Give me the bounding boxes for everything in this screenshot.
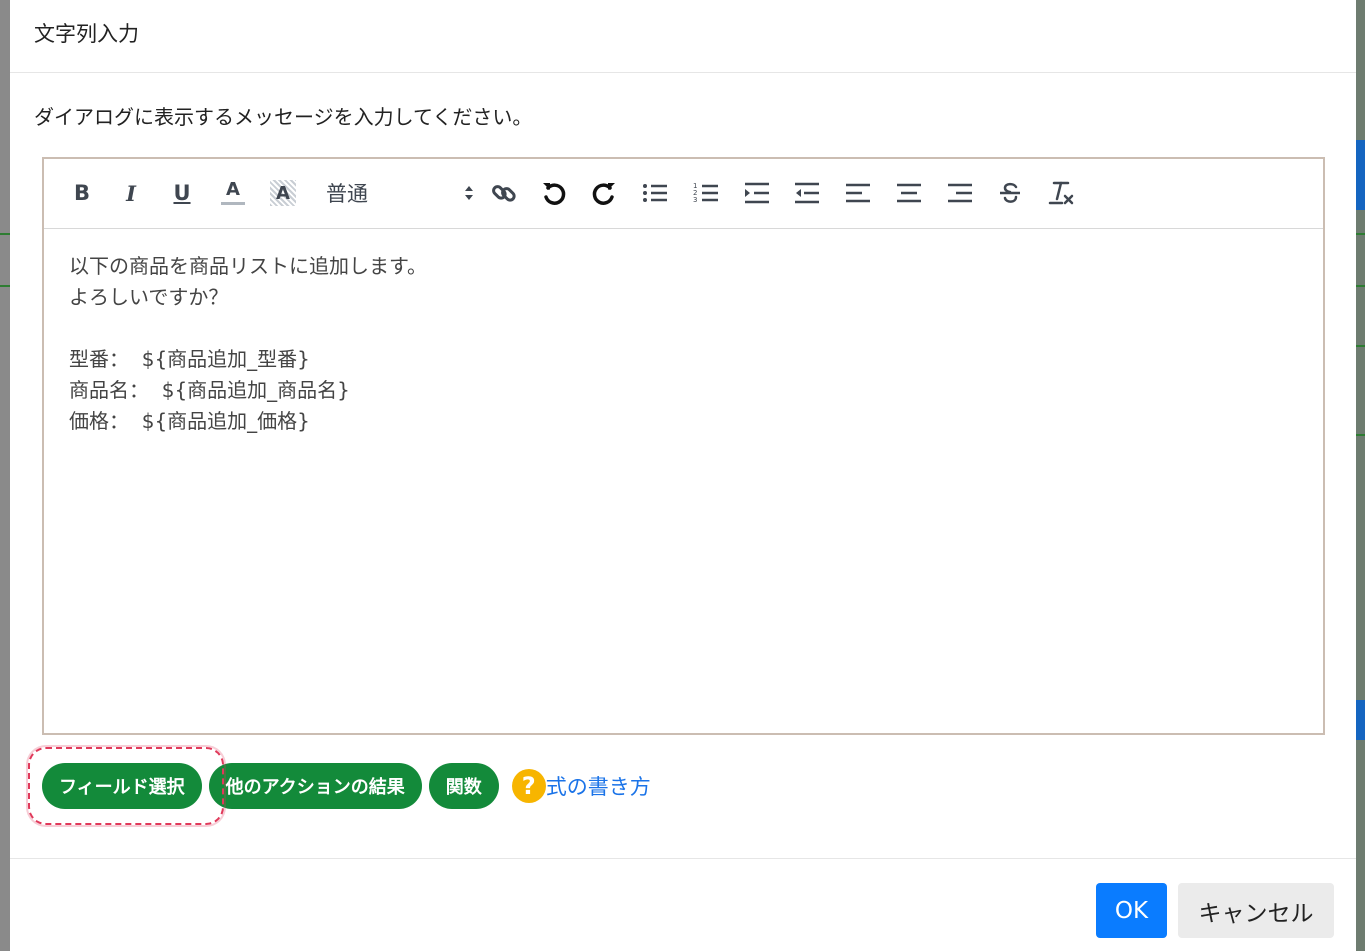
link-icon: [492, 185, 516, 202]
bullet-list-button[interactable]: [638, 177, 672, 209]
background-color-button[interactable]: A: [266, 177, 300, 209]
numbered-list-button[interactable]: 123: [689, 177, 723, 209]
strikethrough-button[interactable]: [993, 177, 1027, 209]
field-select-button[interactable]: フィールド選択: [42, 763, 202, 809]
undo-button[interactable]: [537, 177, 571, 209]
redo-icon: [592, 183, 615, 205]
bold-button[interactable]: B: [65, 177, 99, 209]
editor-line: 以下の商品を商品リストに追加します。: [69, 254, 427, 278]
underline-label: U: [173, 181, 191, 205]
background-color-label: A: [276, 182, 290, 204]
editor-content[interactable]: 以下の商品を商品リストに追加します。 よろしいですか？ 型番： ${商品追加_型…: [44, 229, 1323, 437]
background-block: [1356, 140, 1365, 210]
function-button[interactable]: 関数: [428, 763, 499, 809]
question-icon: ?: [511, 769, 546, 803]
align-center-button[interactable]: [892, 177, 926, 209]
link-button[interactable]: [487, 177, 521, 209]
clear-format-icon: [1048, 181, 1074, 205]
string-input-dialog: 文字列入力 ダイアログに表示するメッセージを入力してください。 B I U A …: [10, 0, 1356, 951]
numbered-list-icon: 123: [693, 182, 718, 204]
editor-line: 商品名： ${商品追加_商品名}: [69, 378, 350, 402]
formula-help-text: 式の書き方: [545, 775, 651, 799]
indent-button[interactable]: [740, 177, 774, 209]
align-right-button[interactable]: [943, 177, 977, 209]
align-center-icon: [897, 183, 921, 203]
font-color-label: A: [226, 179, 240, 200]
dialog-footer: OK キャンセル: [10, 858, 1356, 951]
bullet-list-icon: [643, 184, 667, 202]
background-app-left: [0, 0, 10, 951]
undo-icon: [543, 183, 566, 205]
font-color-icon: A: [221, 181, 245, 205]
font-color-bar: [221, 202, 245, 205]
align-left-button[interactable]: [841, 177, 875, 209]
bold-label: B: [73, 181, 90, 205]
cancel-button[interactable]: キャンセル: [1178, 883, 1334, 938]
background-divider: [1356, 285, 1365, 287]
background-divider: [1356, 434, 1365, 436]
background-divider: [0, 285, 10, 287]
background-color-icon: A: [270, 180, 296, 206]
heading-select[interactable]: 普通: [326, 177, 476, 209]
redo-button[interactable]: [587, 177, 621, 209]
dialog-title: 文字列入力: [34, 22, 139, 46]
ok-button[interactable]: OK: [1096, 883, 1167, 938]
insert-actions: フィールド選択 他のアクションの結果 関数 ? 式の書き方: [42, 762, 651, 810]
strikethrough-icon: [1000, 182, 1020, 203]
select-arrows-icon: [465, 186, 473, 200]
rich-text-editor: B I U A A 普通 1 2 3 以下の商品を商品リストに追加します。 よろ…: [42, 157, 1325, 735]
other-action-result-button[interactable]: 他のアクションの結果: [208, 763, 422, 809]
align-right-icon: [948, 183, 972, 203]
underline-button[interactable]: U: [165, 177, 199, 209]
background-divider: [1356, 345, 1365, 347]
outdent-button[interactable]: [790, 177, 824, 209]
dialog-message: ダイアログに表示するメッセージを入力してください。: [34, 105, 533, 129]
svg-text:3: 3: [693, 196, 697, 204]
editor-toolbar: B I U A A 普通 1 2 3: [44, 159, 1323, 229]
indent-icon: [745, 182, 769, 204]
editor-line: 型番： ${商品追加_型番}: [69, 347, 310, 371]
editor-line: 価格： ${商品追加_価格}: [69, 409, 310, 433]
dialog-body: ダイアログに表示するメッセージを入力してください。: [10, 73, 1356, 130]
formula-help-link[interactable]: ? 式の書き方: [511, 769, 651, 803]
align-left-icon: [846, 183, 870, 203]
font-color-button[interactable]: A: [216, 177, 250, 209]
dialog-header: 文字列入力: [10, 0, 1356, 73]
background-block: [1356, 700, 1365, 740]
outdent-icon: [795, 182, 819, 204]
italic-button[interactable]: I: [114, 177, 148, 209]
italic-label: I: [126, 180, 136, 206]
heading-select-value: 普通: [326, 182, 368, 206]
background-divider: [1356, 233, 1365, 235]
background-divider: [0, 233, 10, 235]
editor-line: よろしいですか？: [69, 285, 229, 309]
clear-format-button[interactable]: [1044, 177, 1078, 209]
